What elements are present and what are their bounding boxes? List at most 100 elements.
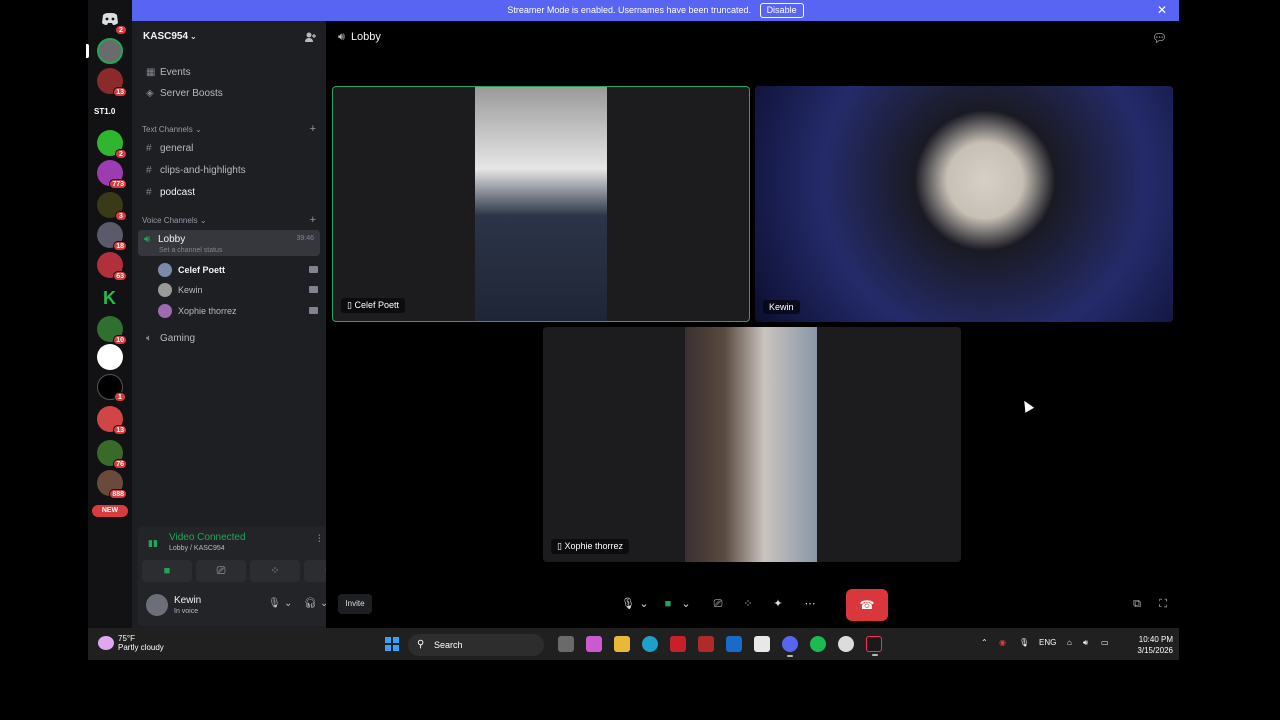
- server-icon[interactable]: 18: [97, 222, 127, 251]
- chevron-down-icon[interactable]: ⌄: [632, 592, 656, 616]
- task-view-icon[interactable]: [558, 636, 574, 652]
- voice-channel-lobby[interactable]: 🔊︎ Lobby Set a channel status 39:46: [138, 230, 320, 256]
- battery-icon[interactable]: ▭: [1101, 638, 1109, 647]
- chevron-down-icon[interactable]: ⌄: [674, 592, 698, 616]
- tile-label: Kewin: [763, 300, 800, 314]
- channel-status[interactable]: Set a channel status: [159, 247, 222, 254]
- disable-button[interactable]: Disable: [759, 3, 804, 18]
- chat-icon[interactable]: 💬︎: [1152, 31, 1167, 45]
- voice-user[interactable]: Celef Poett: [158, 262, 318, 278]
- taskbar-search[interactable]: ⚲ Search: [408, 634, 544, 656]
- server-name-header[interactable]: KASC954 ⌄: [143, 31, 197, 42]
- server-icon[interactable]: 1: [97, 374, 126, 402]
- banner-text: Streamer Mode is enabled. Usernames have…: [507, 5, 752, 15]
- noise-suppression-icon[interactable]: ⫶: [318, 534, 321, 545]
- channel-general[interactable]: # general: [140, 139, 318, 157]
- voice-user[interactable]: Kewin: [158, 282, 318, 298]
- close-icon[interactable]: ✕: [1157, 0, 1167, 21]
- tray-app-icon[interactable]: ◉: [999, 638, 1006, 647]
- camera-button[interactable]: ■: [142, 560, 192, 582]
- chevron-down-icon: ⌄: [190, 32, 197, 41]
- store-icon[interactable]: [754, 636, 770, 652]
- clock[interactable]: 10:40 PM 3/15/2026: [1137, 634, 1173, 656]
- video-tile[interactable]: ▯ Celef Poett: [332, 86, 750, 322]
- server-icon[interactable]: K: [97, 284, 123, 310]
- headphones-icon[interactable]: 🎧︎: [304, 598, 317, 609]
- server-icon[interactable]: 2: [97, 130, 127, 159]
- camera-icon: [309, 286, 318, 293]
- server-icon[interactable]: 888: [97, 470, 127, 499]
- screen-share-button[interactable]: ⎚: [196, 560, 246, 582]
- file-explorer-icon[interactable]: [614, 636, 630, 652]
- activities-button[interactable]: ⁘: [250, 560, 300, 582]
- discord-home-icon[interactable]: 2: [97, 6, 127, 35]
- network-icon[interactable]: ⌂: [1067, 638, 1072, 647]
- hashtag-icon: #: [146, 186, 152, 198]
- microphone-icon[interactable]: 🎙︎: [268, 598, 281, 609]
- voice-channel-gaming[interactable]: 🔈︎ Gaming: [140, 329, 318, 347]
- mcafee-icon[interactable]: [670, 636, 686, 652]
- voice-user[interactable]: Xophie thorrez: [158, 303, 318, 319]
- chevron-down-icon[interactable]: ⌄: [284, 598, 292, 609]
- tiktok-icon[interactable]: [866, 636, 882, 656]
- search-icon: ⚲: [417, 639, 425, 650]
- server-icon[interactable]: 3: [97, 192, 127, 221]
- add-channel-icon[interactable]: +: [310, 123, 316, 135]
- channel-clips-and-highlights[interactable]: # clips-and-highlights: [140, 161, 318, 179]
- avatar[interactable]: [146, 594, 168, 616]
- spotify-icon[interactable]: [810, 636, 826, 652]
- server-icon[interactable]: 76: [97, 440, 127, 469]
- video-tile[interactable]: ▯ Xophie thorrez: [543, 327, 961, 562]
- screen-share-icon[interactable]: ⎚: [706, 592, 730, 616]
- boost-icon: ◈: [146, 87, 154, 99]
- edge-icon[interactable]: [642, 636, 658, 652]
- server-icon[interactable]: 10: [97, 316, 127, 345]
- server-icon[interactable]: [97, 38, 123, 64]
- server-icon[interactable]: [97, 344, 123, 370]
- microphone-icon[interactable]: 🎙︎: [1019, 638, 1029, 647]
- text-channels-category[interactable]: Text Channels ⌄ +: [142, 123, 320, 135]
- invite-button[interactable]: Invite: [338, 594, 372, 614]
- chatgpt-icon[interactable]: [838, 636, 854, 652]
- avatar: [158, 263, 172, 277]
- server-icon[interactable]: 13: [97, 406, 127, 435]
- speaker-icon: 🔊︎: [144, 234, 151, 245]
- discord-taskbar-icon[interactable]: [782, 636, 798, 657]
- activities-icon[interactable]: ⁘: [736, 592, 760, 616]
- server-icon[interactable]: 13: [97, 68, 127, 97]
- signal-icon[interactable]: ▮▮: [148, 538, 158, 549]
- fullscreen-icon[interactable]: ⛶: [1159, 598, 1167, 611]
- voice-channels-category[interactable]: Voice Channels ⌄ +: [142, 214, 320, 226]
- windows-start-icon[interactable]: [385, 637, 399, 651]
- new-badge[interactable]: NEW: [92, 505, 128, 517]
- tile-label: ▯ Xophie thorrez: [551, 539, 629, 554]
- events-item[interactable]: ▦ Events: [140, 63, 318, 81]
- more-icon[interactable]: ⋯: [798, 592, 822, 616]
- video-feed: [475, 87, 607, 321]
- camera-icon: [309, 307, 318, 314]
- channel-podcast[interactable]: # podcast: [140, 183, 318, 201]
- chevron-up-icon[interactable]: ⌃: [981, 638, 988, 647]
- video-feed: [685, 327, 817, 562]
- invite-people-icon[interactable]: [304, 31, 316, 43]
- server-rail: 2 13 ST1.0 2 773 3 18 63 K 10 1 13 76 88…: [86, 0, 132, 628]
- copilot-icon[interactable]: [586, 636, 602, 652]
- add-channel-icon[interactable]: +: [310, 214, 316, 226]
- leave-call-button[interactable]: ☎: [846, 589, 888, 621]
- language-indicator[interactable]: ENG: [1039, 638, 1056, 647]
- server-icon[interactable]: 63: [97, 252, 127, 281]
- server-icon[interactable]: 773: [97, 160, 127, 189]
- server-boosts-item[interactable]: ◈ Server Boosts: [140, 84, 318, 102]
- server-icon[interactable]: ST1.0: [94, 107, 115, 116]
- app-icon[interactable]: [698, 636, 714, 652]
- weather-widget[interactable]: 75°F Partly cloudy: [98, 634, 164, 652]
- popout-icon[interactable]: ⧉: [1133, 598, 1141, 611]
- volume-icon[interactable]: 🔊︎: [1083, 638, 1088, 648]
- avatar: [158, 283, 172, 297]
- soundboard-icon[interactable]: ✦: [766, 592, 790, 616]
- video-tile[interactable]: Kewin: [755, 86, 1173, 322]
- call-controls: 🎙︎ ⌄ ■ ⌄ ⎚ ⁘ ✦ ⋯ ☎: [616, 589, 888, 621]
- tile-label: ▯ Celef Poett: [341, 298, 405, 313]
- outlook-icon[interactable]: [726, 636, 742, 652]
- streamer-mode-banner: Streamer Mode is enabled. Usernames have…: [132, 0, 1179, 21]
